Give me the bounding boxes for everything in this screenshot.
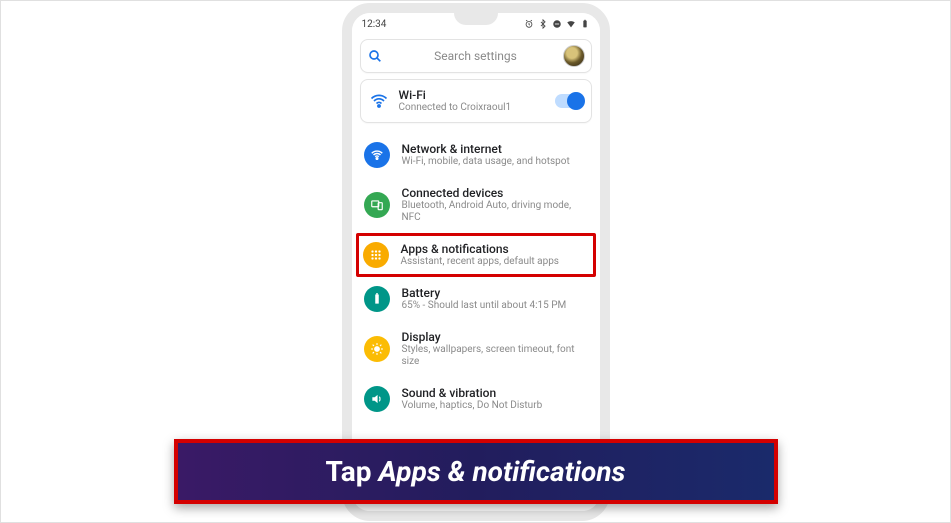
- row-subtitle: Wi-Fi, mobile, data usage, and hotspot: [402, 156, 588, 168]
- settings-list: Network & internet Wi-Fi, mobile, data u…: [352, 133, 600, 421]
- caption-prefix: Tap: [326, 455, 379, 488]
- search-bar[interactable]: Search settings: [360, 39, 592, 73]
- display-icon: [364, 336, 390, 362]
- settings-row-network[interactable]: Network & internet Wi-Fi, mobile, data u…: [358, 133, 594, 177]
- devices-icon: [364, 192, 390, 218]
- row-subtitle: Volume, haptics, Do Not Disturb: [402, 400, 588, 412]
- row-subtitle: Bluetooth, Android Auto, driving mode, N…: [402, 200, 588, 224]
- row-subtitle: 65% - Should last until about 4:15 PM: [402, 300, 588, 312]
- wifi-icon: [369, 91, 389, 111]
- settings-row-sound[interactable]: Sound & vibration Volume, haptics, Do No…: [358, 377, 594, 421]
- alarm-icon: [524, 19, 534, 29]
- row-subtitle: Assistant, recent apps, default apps: [401, 256, 589, 268]
- battery-status-icon: [580, 19, 590, 29]
- settings-row-display[interactable]: Display Styles, wallpapers, screen timeo…: [358, 321, 594, 377]
- row-title: Display: [402, 330, 588, 344]
- phone-screen: 12:34 Search settings Wi-Fi Connected: [352, 13, 600, 511]
- phone-notch: [454, 9, 498, 25]
- row-title: Connected devices: [402, 186, 588, 200]
- dnd-icon: [552, 19, 562, 29]
- wifi-quick-card[interactable]: Wi-Fi Connected to Croixraoul1: [360, 79, 592, 123]
- settings-row-devices[interactable]: Connected devices Bluetooth, Android Aut…: [358, 177, 594, 233]
- battery-icon: [364, 286, 390, 312]
- sound-icon: [364, 386, 390, 412]
- wifi-status-icon: [566, 19, 576, 29]
- row-title: Sound & vibration: [402, 386, 588, 400]
- caption-emph: Apps & notifications: [379, 455, 626, 488]
- row-subtitle: Styles, wallpapers, screen timeout, font…: [402, 344, 588, 368]
- status-icons: [524, 19, 590, 29]
- row-title: Network & internet: [402, 142, 588, 156]
- status-time: 12:34: [362, 19, 387, 30]
- settings-row-battery[interactable]: Battery 65% - Should last until about 4:…: [358, 277, 594, 321]
- wifi-toggle[interactable]: [555, 94, 583, 108]
- wifi-subtitle: Connected to Croixraoul1: [399, 102, 545, 114]
- bluetooth-icon: [538, 19, 548, 29]
- profile-avatar[interactable]: [563, 45, 585, 67]
- apps-icon: [363, 242, 389, 268]
- network-icon: [364, 142, 390, 168]
- search-icon: [367, 48, 383, 64]
- instruction-banner: Tap Apps & notifications: [174, 439, 778, 504]
- settings-row-apps[interactable]: Apps & notifications Assistant, recent a…: [356, 233, 596, 277]
- search-placeholder: Search settings: [389, 49, 563, 63]
- row-title: Apps & notifications: [401, 242, 589, 256]
- wifi-title: Wi-Fi: [399, 88, 545, 102]
- row-title: Battery: [402, 286, 588, 300]
